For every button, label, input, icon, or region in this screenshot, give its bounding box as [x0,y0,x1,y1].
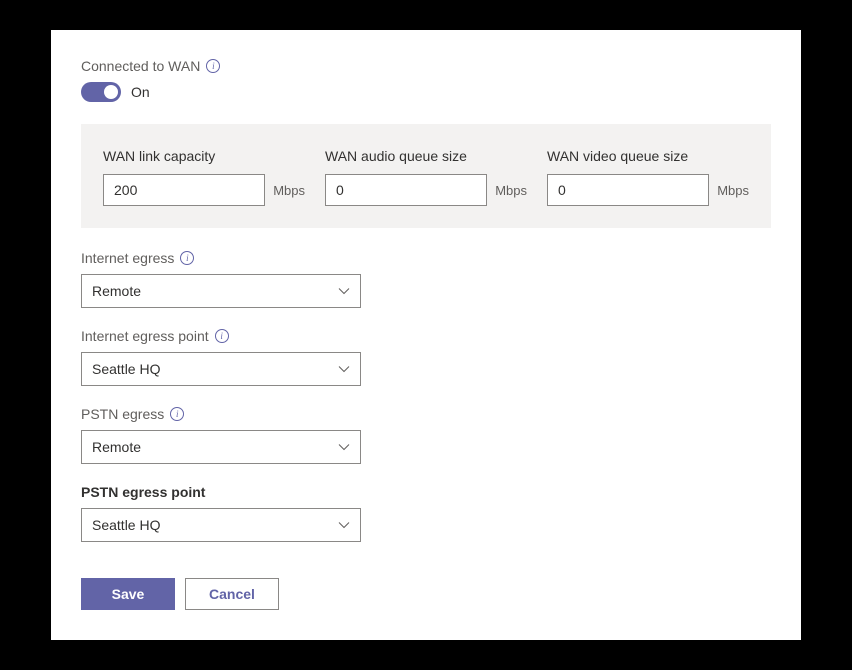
wan-settings-box: WAN link capacity Mbps WAN audio queue s… [81,124,771,228]
info-icon[interactable]: i [215,329,229,343]
select-value: Remote [92,283,141,299]
internet-egress-group: Internet egress i Remote [81,250,771,308]
internet-egress-select[interactable]: Remote [81,274,361,308]
wan-audio-queue-label: WAN audio queue size [325,148,527,164]
unit-label: Mbps [495,183,527,198]
select-value: Seattle HQ [92,361,160,377]
pstn-egress-point-label: PSTN egress point [81,484,205,500]
internet-egress-label: Internet egress [81,250,174,266]
internet-egress-point-label: Internet egress point [81,328,209,344]
wan-link-capacity-input[interactable] [103,174,265,206]
internet-egress-point-group: Internet egress point i Seattle HQ [81,328,771,386]
info-icon[interactable]: i [206,59,220,73]
pstn-egress-point-group: PSTN egress point Seattle HQ [81,484,771,542]
settings-panel: Connected to WAN i On WAN link capacity … [51,30,801,640]
pstn-egress-point-select[interactable]: Seattle HQ [81,508,361,542]
unit-label: Mbps [717,183,749,198]
actions-row: Save Cancel [81,578,771,610]
connected-wan-header: Connected to WAN i [81,58,771,74]
chevron-down-icon [338,285,350,297]
wan-video-queue-label: WAN video queue size [547,148,749,164]
connected-wan-toggle-row: On [81,82,771,102]
pstn-egress-select[interactable]: Remote [81,430,361,464]
info-icon[interactable]: i [180,251,194,265]
chevron-down-icon [338,519,350,531]
connected-wan-toggle[interactable] [81,82,121,102]
info-icon[interactable]: i [170,407,184,421]
chevron-down-icon [338,441,350,453]
pstn-egress-label: PSTN egress [81,406,164,422]
wan-audio-queue-input[interactable] [325,174,487,206]
internet-egress-point-select[interactable]: Seattle HQ [81,352,361,386]
pstn-egress-group: PSTN egress i Remote [81,406,771,464]
chevron-down-icon [338,363,350,375]
cancel-button[interactable]: Cancel [185,578,279,610]
unit-label: Mbps [273,183,305,198]
wan-audio-queue-field: WAN audio queue size Mbps [325,148,527,206]
select-value: Remote [92,439,141,455]
save-button[interactable]: Save [81,578,175,610]
wan-link-capacity-field: WAN link capacity Mbps [103,148,305,206]
connected-wan-label: Connected to WAN [81,58,200,74]
wan-link-capacity-label: WAN link capacity [103,148,305,164]
toggle-state-label: On [131,84,150,100]
wan-video-queue-field: WAN video queue size Mbps [547,148,749,206]
wan-video-queue-input[interactable] [547,174,709,206]
select-value: Seattle HQ [92,517,160,533]
